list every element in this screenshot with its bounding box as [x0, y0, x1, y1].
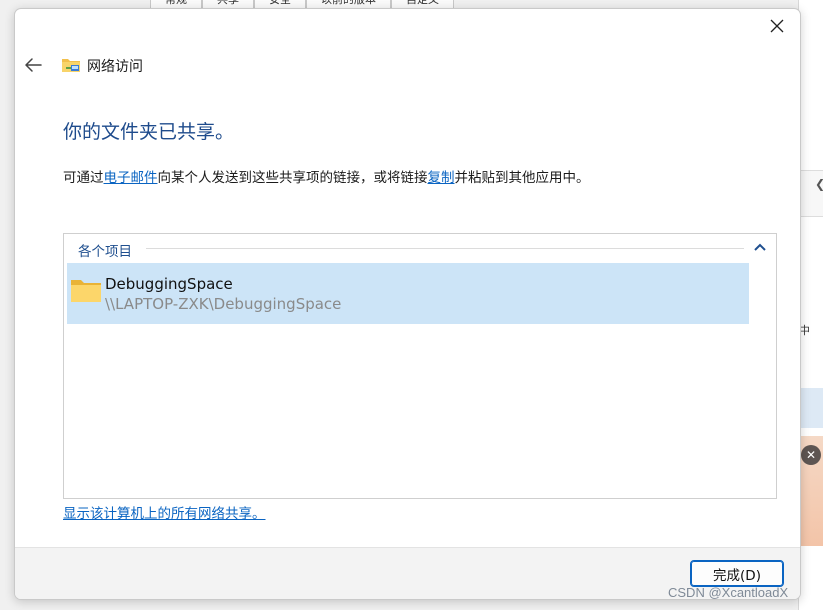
photo-close-icon[interactable]: ✕ [801, 445, 821, 465]
shared-items-list[interactable]: 各个项目 DebuggingSpace \\LAPTOP-ZXK\Debuggi… [63, 233, 777, 499]
group-divider [146, 248, 744, 249]
background-chevron-icon[interactable]: ❮ [815, 177, 823, 191]
description-part: 可通过 [63, 170, 104, 186]
close-icon [770, 19, 784, 33]
network-folder-icon [62, 59, 80, 72]
description-text: 可通过电子邮件向某个人发送到这些共享项的链接，或将链接复制并粘贴到其他应用中。 [63, 166, 590, 186]
show-all-shares-link[interactable]: 显示该计算机上的所有网络共享。 [63, 502, 266, 522]
list-item[interactable]: DebuggingSpace \\LAPTOP-ZXK\DebuggingSpa… [67, 263, 749, 324]
back-arrow-icon [25, 58, 42, 72]
dialog-title: 网络访问 [87, 59, 143, 75]
chevron-up-icon [754, 243, 766, 251]
background-blue-block [798, 388, 823, 428]
network-access-dialog: 网络访问 你的文件夹已共享。 可通过电子邮件向某个人发送到这些共享项的链接，或将… [14, 8, 801, 600]
folder-icon [71, 280, 101, 302]
item-name: DebuggingSpace [105, 275, 233, 293]
description-part: 向某个人发送到这些共享项的链接，或将链接 [157, 170, 428, 186]
background-tab-bar: 常规 共享 安全 以前的版本 自定义 [150, 0, 454, 9]
collapse-group-button[interactable] [750, 237, 770, 257]
back-button[interactable] [21, 53, 45, 77]
email-link[interactable]: 电子邮件 [104, 170, 158, 186]
finish-button[interactable]: 完成(D) [690, 560, 784, 587]
group-label: 各个项目 [78, 244, 132, 260]
copy-link[interactable]: 复制 [428, 170, 455, 186]
item-path: \\LAPTOP-ZXK\DebuggingSpace [105, 295, 342, 313]
description-part: 并粘贴到其他应用中。 [454, 170, 590, 186]
group-header[interactable]: 各个项目 [64, 234, 776, 260]
page-heading: 你的文件夹已共享。 [63, 121, 235, 143]
watermark: CSDN @XcantloadX [668, 585, 789, 600]
close-button[interactable] [754, 9, 800, 43]
